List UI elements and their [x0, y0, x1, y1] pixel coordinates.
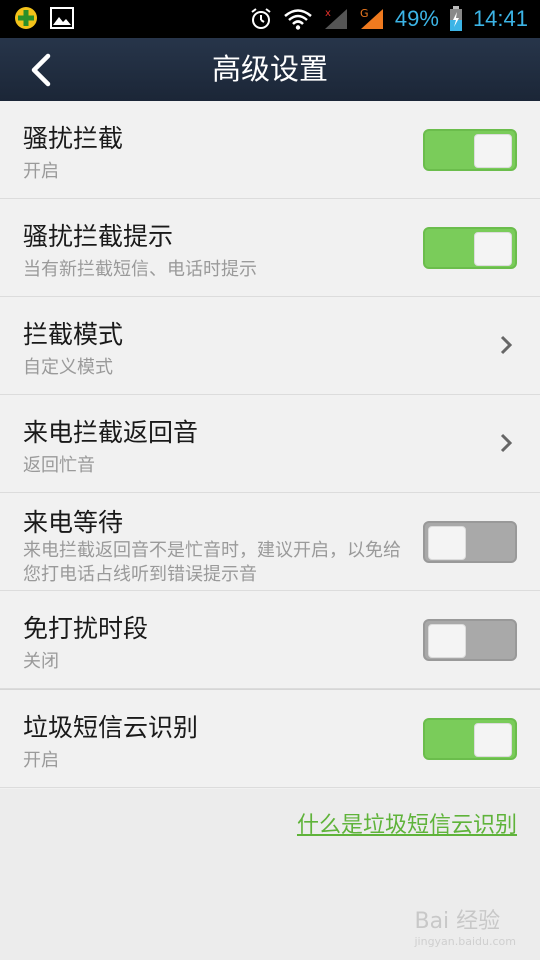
- setting-title: 来电等待: [23, 508, 124, 537]
- title-bar: 高级设置: [0, 38, 540, 101]
- setting-subtitle: 关闭: [23, 651, 59, 672]
- setting-subtitle: 开启: [23, 161, 59, 182]
- chevron-right-icon: [500, 433, 513, 453]
- setting-row-call-waiting[interactable]: 来电等待 来电拦截返回音不是忙音时，建议开启，以免给您打电话占线听到错误提示音: [0, 493, 540, 591]
- settings-list: 骚扰拦截 开启 骚扰拦截提示 当有新拦截短信、电话时提示 拦截模式 自定义模式 …: [0, 101, 540, 788]
- chevron-right-icon: [500, 335, 513, 355]
- setting-title: 骚扰拦截: [23, 124, 124, 153]
- svg-text:G: G: [360, 7, 369, 20]
- setting-title: 免打扰时段: [23, 614, 149, 643]
- setting-row-do-not-disturb[interactable]: 免打扰时段 关闭: [0, 591, 540, 689]
- wifi-icon: [284, 9, 312, 30]
- do-not-disturb-toggle[interactable]: [423, 619, 517, 661]
- page-title: 高级设置: [211, 52, 328, 86]
- setting-row-return-tone[interactable]: 来电拦截返回音 返回忙音: [0, 395, 540, 493]
- watermark: Bai 经验 jingyan.baidu.com: [414, 903, 516, 948]
- block-notice-toggle[interactable]: [423, 227, 517, 269]
- setting-row-cloud-spam[interactable]: 垃圾短信云识别 开启: [0, 689, 540, 788]
- toggle-knob: [428, 526, 466, 560]
- setting-title: 垃圾短信云识别: [23, 713, 199, 742]
- setting-subtitle: 来电拦截返回音不是忙音时，建议开启，以免给您打电话占线听到错误提示音: [23, 540, 401, 585]
- watermark-sub: jingyan.baidu.com: [414, 935, 516, 948]
- footer-area: 什么是垃圾短信云识别 Bai 经验 jingyan.baidu.com: [0, 789, 540, 960]
- status-bar: x G 49% 14:41: [0, 0, 540, 38]
- toggle-knob: [474, 134, 512, 168]
- toggle-knob: [474, 232, 512, 266]
- svg-text:x: x: [325, 8, 331, 19]
- signal-g2-icon: G: [360, 7, 383, 29]
- cloud-spam-help-link[interactable]: 什么是垃圾短信云识别: [297, 807, 517, 839]
- setting-title: 拦截模式: [23, 320, 124, 349]
- alarm-icon: [251, 8, 271, 29]
- setting-subtitle: 自定义模式: [23, 357, 113, 378]
- signal-no-service-icon: x: [324, 8, 347, 29]
- image-notification-icon: [50, 7, 74, 29]
- toggle-knob: [474, 723, 512, 757]
- watermark-text: Bai 经验: [414, 909, 501, 934]
- app-notification-icon: [15, 7, 37, 29]
- harassment-block-toggle[interactable]: [423, 129, 517, 171]
- setting-subtitle: 开启: [23, 750, 59, 771]
- battery-charging-icon: [449, 6, 462, 31]
- setting-title: 来电拦截返回音: [23, 418, 199, 447]
- call-waiting-toggle[interactable]: [423, 521, 517, 563]
- toggle-knob: [428, 624, 466, 658]
- setting-title: 骚扰拦截提示: [23, 222, 174, 251]
- clock: 14:41: [472, 6, 528, 31]
- setting-row-block-mode[interactable]: 拦截模式 自定义模式: [0, 297, 540, 395]
- setting-row-block-notice[interactable]: 骚扰拦截提示 当有新拦截短信、电话时提示: [0, 199, 540, 297]
- setting-subtitle: 返回忙音: [23, 455, 95, 476]
- setting-subtitle: 当有新拦截短信、电话时提示: [23, 259, 257, 280]
- battery-percent: 49%: [394, 6, 439, 31]
- setting-row-harassment-block[interactable]: 骚扰拦截 开启: [0, 101, 540, 199]
- cloud-spam-toggle[interactable]: [423, 718, 517, 760]
